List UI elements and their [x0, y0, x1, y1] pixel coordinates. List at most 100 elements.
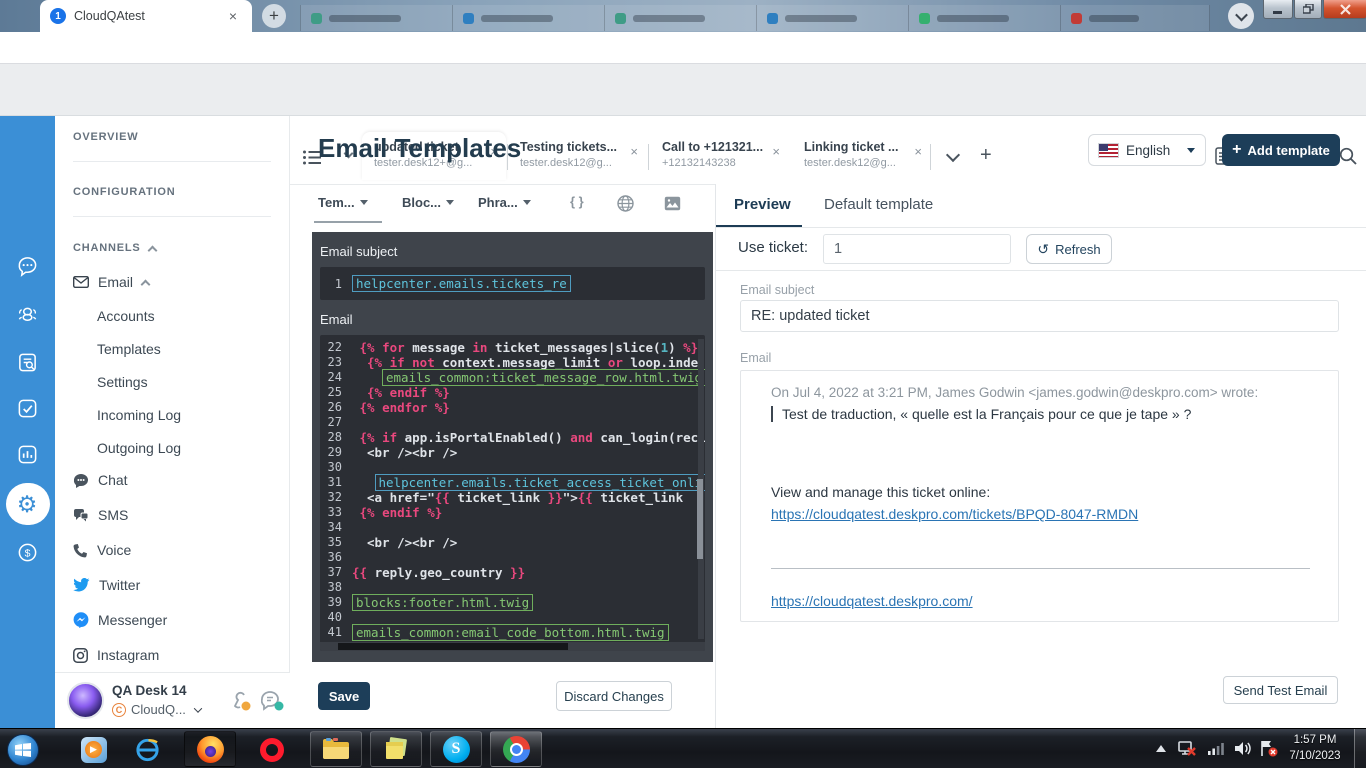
- start-button[interactable]: [6, 733, 40, 767]
- tab-templates[interactable]: Tem...: [318, 195, 368, 210]
- tray-expand-icon[interactable]: [1156, 745, 1166, 752]
- send-test-email-button[interactable]: Send Test Email: [1223, 676, 1338, 704]
- chat-status-icon[interactable]: [261, 691, 285, 711]
- code-line[interactable]: 32<a href="{{ ticket_link }}">{{ ticket_…: [320, 490, 705, 505]
- sidebar-item-twitter[interactable]: Twitter: [73, 577, 140, 593]
- skype-taskbar-button[interactable]: S: [430, 731, 482, 767]
- save-button[interactable]: Save: [318, 682, 370, 710]
- agents-icon[interactable]: [17, 304, 38, 325]
- code-line[interactable]: 24emails_common:ticket_message_row.html.…: [320, 370, 705, 385]
- tab-close-icon[interactable]: ×: [224, 7, 242, 25]
- sidebar-item-instagram[interactable]: Instagram: [73, 647, 159, 663]
- tab-default-template[interactable]: Default template: [824, 196, 933, 213]
- tab-preview[interactable]: Preview: [734, 196, 791, 213]
- code-line[interactable]: 39blocks:footer.html.twig: [320, 595, 705, 610]
- media-player-icon[interactable]: ▶: [80, 736, 107, 763]
- admin-settings-active[interactable]: ⚙: [6, 483, 48, 525]
- ticket-tab-call[interactable]: Call to +121321... +12132143238 ×: [650, 132, 788, 180]
- code-line[interactable]: 34: [320, 520, 705, 535]
- new-tab-button[interactable]: +: [262, 4, 286, 28]
- code-line[interactable]: 26{% endfor %}: [320, 400, 705, 415]
- code-line[interactable]: 23{% if not context.message_limit or loo…: [320, 355, 705, 370]
- code-line[interactable]: 28{% if app.isPortalEnabled() and can_lo…: [320, 430, 705, 445]
- tab-search-button[interactable]: [1228, 3, 1254, 29]
- search-log-icon[interactable]: [17, 352, 38, 373]
- code-line[interactable]: 38: [320, 580, 705, 595]
- chrome-taskbar-button[interactable]: [490, 731, 542, 767]
- tab-blocks[interactable]: Bloc...: [402, 195, 454, 210]
- code-line[interactable]: 29<br /><br />: [320, 445, 705, 460]
- sidebar-item-configuration[interactable]: CONFIGURATION: [73, 186, 175, 198]
- sidebar-item-email[interactable]: Email: [73, 274, 149, 290]
- conversations-icon[interactable]: [17, 256, 38, 277]
- code-line[interactable]: 30: [320, 460, 705, 475]
- site-link[interactable]: https://cloudqatest.deskpro.com/: [771, 593, 1308, 609]
- opera-icon[interactable]: [258, 736, 285, 763]
- firefox-taskbar-button[interactable]: [184, 731, 236, 767]
- code-line[interactable]: 27: [320, 415, 705, 430]
- action-center-flag-icon[interactable]: [1260, 740, 1278, 757]
- code-line[interactable]: 31helpcenter.emails.ticket_access_ticket…: [320, 475, 705, 490]
- show-desktop-button[interactable]: [1354, 729, 1366, 768]
- taskbar-clock[interactable]: 1:57 PM 7/10/2023: [1280, 732, 1350, 764]
- share-status-icon[interactable]: [231, 691, 253, 711]
- sidebar-item-accounts[interactable]: Accounts: [97, 308, 155, 324]
- sidebar-section-channels[interactable]: CHANNELS: [73, 242, 156, 254]
- search-icon[interactable]: [1338, 146, 1358, 166]
- ticket-tab-linking-ticket[interactable]: Linking ticket ... tester.desk12@g... ×: [792, 132, 930, 180]
- close-icon[interactable]: ×: [772, 144, 780, 159]
- code-line[interactable]: 33{% endif %}: [320, 505, 705, 520]
- network-disconnected-icon[interactable]: [1177, 740, 1196, 757]
- close-icon[interactable]: ×: [914, 144, 922, 159]
- sidebar-item-incoming-log[interactable]: Incoming Log: [97, 407, 181, 423]
- tasks-icon[interactable]: [17, 398, 38, 419]
- user-card[interactable]: QA Desk 14 C CloudQ...: [55, 672, 290, 728]
- sidebar-item-templates[interactable]: Templates: [97, 341, 161, 357]
- tab-phrases[interactable]: Phra...: [478, 195, 531, 210]
- volume-icon[interactable]: [1235, 741, 1252, 756]
- use-ticket-input[interactable]: 1: [823, 234, 1011, 264]
- discard-changes-button[interactable]: Discard Changes: [556, 681, 672, 711]
- sidebar-item-chat[interactable]: Chat: [73, 472, 128, 488]
- sticky-notes-taskbar-button[interactable]: [370, 731, 422, 767]
- more-tabs-chevron-icon[interactable]: [946, 148, 960, 162]
- code-line[interactable]: 40: [320, 610, 705, 625]
- editor-horizontal-scrollbar[interactable]: [320, 642, 705, 651]
- window-close-button[interactable]: [1323, 0, 1366, 19]
- editor-vertical-scrollbar[interactable]: [698, 339, 704, 639]
- close-icon[interactable]: ×: [630, 144, 638, 159]
- phrase-token[interactable]: helpcenter.emails.tickets_re: [352, 275, 571, 292]
- ticket-tab-testing-tickets[interactable]: Testing tickets... tester.desk12@g... ×: [508, 132, 646, 180]
- sidebar-item-outgoing-log[interactable]: Outgoing Log: [97, 440, 181, 456]
- body-code-editor[interactable]: 22{% for message in ticket_messages|slic…: [320, 335, 705, 651]
- user-org[interactable]: C CloudQ...: [112, 702, 201, 717]
- code-braces-icon[interactable]: { }: [570, 194, 584, 209]
- code-line[interactable]: 37{{ reply.geo_country }}: [320, 565, 705, 580]
- add-template-button[interactable]: + Add template: [1222, 134, 1340, 166]
- code-line[interactable]: 41emails_common:email_code_bottom.html.t…: [320, 625, 705, 640]
- refresh-button[interactable]: ↺ Refresh: [1026, 234, 1112, 264]
- sidebar-item-settings[interactable]: Settings: [97, 374, 148, 390]
- billing-icon[interactable]: $: [17, 542, 38, 563]
- code-line[interactable]: 36: [320, 550, 705, 565]
- internet-explorer-icon[interactable]: [134, 736, 161, 763]
- browser-tab[interactable]: 1 CloudQAtest ×: [40, 0, 252, 32]
- image-icon[interactable]: [664, 196, 681, 211]
- window-minimize-button[interactable]: [1263, 0, 1293, 19]
- sidebar-item-sms[interactable]: SMS: [73, 507, 128, 523]
- sidebar-item-messenger[interactable]: Messenger: [73, 612, 167, 628]
- code-line[interactable]: 25{% endif %}: [320, 385, 705, 400]
- globe-icon[interactable]: [617, 195, 634, 212]
- add-tab-icon[interactable]: +: [980, 144, 992, 167]
- ticket-link[interactable]: https://cloudqatest.deskpro.com/tickets/…: [771, 506, 1308, 522]
- preview-subject-input[interactable]: RE: updated ticket: [740, 300, 1339, 332]
- language-select[interactable]: English: [1088, 134, 1206, 166]
- reports-icon[interactable]: [17, 444, 38, 465]
- subject-code-editor[interactable]: 1 helpcenter.emails.tickets_re: [320, 267, 705, 300]
- sidebar-item-overview[interactable]: OVERVIEW: [73, 131, 139, 143]
- signal-bars-icon[interactable]: [1208, 743, 1224, 755]
- window-restore-button[interactable]: [1294, 0, 1322, 19]
- sidebar-item-voice[interactable]: Voice: [73, 542, 131, 558]
- code-line[interactable]: 22{% for message in ticket_messages|slic…: [320, 340, 705, 355]
- code-line[interactable]: 35<br /><br />: [320, 535, 705, 550]
